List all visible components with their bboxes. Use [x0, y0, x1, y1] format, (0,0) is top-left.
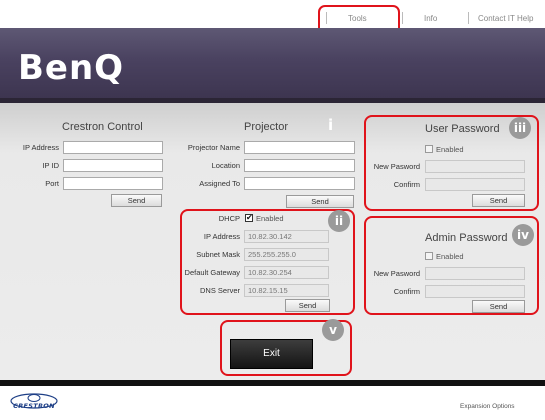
header-banner: BenQ [0, 28, 545, 98]
top-navigation: Tools Info Contact IT Help [0, 0, 545, 28]
crestron-ip-address-input[interactable] [63, 141, 163, 154]
user-password-enabled-checkbox[interactable] [425, 145, 433, 153]
admin-confirm-label: Confirm [393, 287, 420, 296]
crestron-control-title: Crestron Control [62, 121, 143, 133]
admin-password-enabled-label: Enabled [436, 252, 464, 261]
marker-iv: iv [512, 224, 534, 246]
exit-button[interactable]: Exit [230, 339, 313, 369]
projector-title: Projector [244, 121, 289, 133]
user-new-password-input[interactable] [425, 160, 525, 173]
crestron-ip-id-input[interactable] [63, 159, 163, 172]
projector-location-input[interactable] [244, 159, 355, 172]
ip-address-label: IP Address [22, 143, 59, 152]
nav-separator [468, 12, 469, 24]
dns-server-label: DNS Server [199, 286, 240, 295]
user-new-password-label: New Pasword [373, 162, 420, 171]
user-confirm-password-input[interactable] [425, 178, 525, 191]
dhcp-checkbox[interactable] [245, 213, 253, 222]
ip-address-label: IP Address [203, 232, 240, 241]
projector-name-input[interactable] [244, 141, 355, 154]
nav-contact-link[interactable]: Contact IT Help [478, 14, 533, 23]
marker-iii: iii [509, 117, 531, 139]
marker-i: i [328, 116, 334, 134]
admin-password-send-button[interactable]: Send [472, 300, 525, 313]
dns-server-field[interactable]: 10.82.15.15 [244, 284, 329, 297]
admin-new-password-label: New Pasword [373, 269, 420, 278]
default-gateway-field[interactable]: 10.82.30.254 [244, 266, 329, 279]
projector-send-button[interactable]: Send [286, 195, 354, 208]
subnet-mask-field[interactable]: 255.255.255.0 [244, 248, 329, 261]
default-gateway-label: Default Gateway [184, 268, 240, 277]
user-password-enabled-label: Enabled [436, 145, 464, 154]
expansion-options-link[interactable]: Expansion Options [460, 403, 515, 410]
ip-address-field[interactable]: 10.82.30.142 [244, 230, 329, 243]
dhcp-enabled-label: Enabled [256, 214, 284, 223]
nav-info-link[interactable]: Info [424, 14, 437, 23]
dhcp-label: DHCP [218, 214, 240, 223]
admin-password-enabled-checkbox[interactable] [425, 252, 433, 260]
user-confirm-label: Confirm [393, 180, 420, 189]
subnet-mask-label: Subnet Mask [196, 250, 240, 259]
marker-v: v [322, 319, 344, 341]
port-label: Port [45, 179, 59, 188]
user-password-title: User Password [425, 123, 500, 135]
benq-logo: BenQ [18, 48, 125, 88]
user-password-send-button[interactable]: Send [472, 194, 525, 207]
admin-confirm-password-input[interactable] [425, 285, 525, 298]
footer-divider [0, 380, 545, 386]
crestron-port-input[interactable] [63, 177, 163, 190]
admin-new-password-input[interactable] [425, 267, 525, 280]
nav-separator [402, 12, 403, 24]
projector-assigned-to-input[interactable] [244, 177, 355, 190]
crestron-send-button[interactable]: Send [111, 194, 162, 207]
network-send-button[interactable]: Send [285, 299, 330, 312]
admin-password-title: Admin Password [425, 232, 508, 244]
assigned-to-label: Assigned To [199, 179, 240, 188]
marker-ii: ii [328, 210, 350, 232]
crestron-brand-text: CRESTRON [13, 402, 55, 410]
projector-name-label: Projector Name [187, 143, 240, 152]
ip-id-label: IP ID [42, 161, 59, 170]
location-label: Location [211, 161, 240, 170]
